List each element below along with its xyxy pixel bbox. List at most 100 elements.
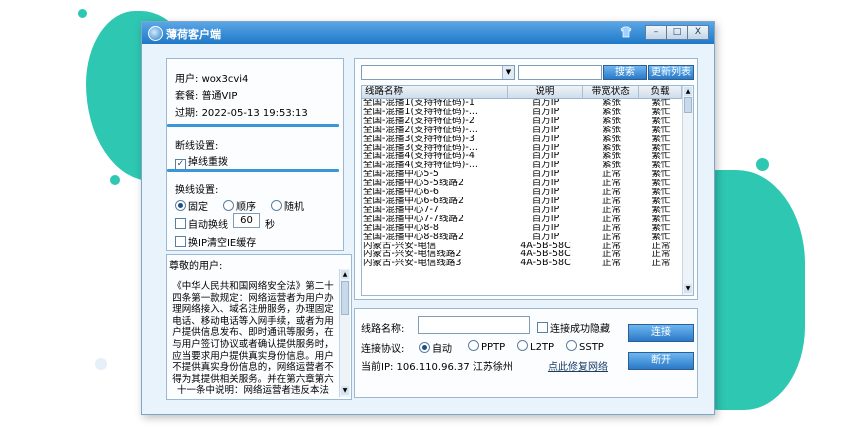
reconnect-checkbox[interactable]: ✓ 掉线重拨 — [175, 153, 228, 170]
table-row[interactable]: 全国-混播中心8-8线路2 百万IP 正常 繁忙 — [362, 233, 682, 242]
current-ip: 106.110.96.37 — [396, 362, 470, 373]
col-name-header[interactable]: 线路名称 — [362, 86, 508, 98]
table-row[interactable]: 全国-混播中心6-6线路2 百万IP 正常 繁忙 — [362, 197, 682, 206]
plan-value: 普通VIP — [201, 91, 238, 102]
line-name-cell: 全国-混播4(支持特征码)-4 — [363, 152, 475, 162]
scroll-thumb[interactable] — [684, 97, 692, 113]
line-load-cell: 繁忙 — [651, 99, 671, 108]
protocol-auto-radio[interactable]: 自动 — [419, 340, 452, 355]
line-bandwidth-cell: 紧张 — [601, 99, 621, 108]
line-bandwidth-cell: 正常 — [601, 188, 621, 197]
line-load-cell: 繁忙 — [651, 214, 671, 224]
table-row[interactable]: 内蒙古-兴安-电信 4A-5B-58C 正常 正常 — [362, 242, 682, 251]
mode-random-radio[interactable]: 随机 — [271, 198, 304, 213]
table-row[interactable]: 全国-混播中心5-5 百万IP 正常 繁忙 — [362, 170, 682, 179]
table-row[interactable]: 全国-混播4(支持特征码)-... 百万IP 紧张 繁忙 — [362, 161, 682, 170]
ip-location: 江苏徐州 — [472, 362, 513, 373]
line-load-cell: 繁忙 — [651, 152, 671, 162]
table-row[interactable]: 全国-混播1(支持特征码)-... 百万IP 紧张 繁忙 — [362, 108, 682, 117]
client-window: 薄荷客户端 – □ X 用户: wox3cvi4 套餐: 普通VIP 过期: 2… — [141, 21, 715, 415]
table-row[interactable]: 全国-混播中心7-7 百万IP 正常 繁忙 — [362, 206, 682, 215]
title-bar[interactable]: 薄荷客户端 – □ X — [142, 22, 714, 44]
scroll-thumb[interactable] — [341, 281, 349, 315]
table-row[interactable]: 全国-混播3(支持特征码)-... 百万IP 紧张 繁忙 — [362, 144, 682, 153]
protocol-label: 连接协议: — [361, 344, 405, 355]
notice-scrollbar[interactable]: ▲ ▼ — [339, 269, 350, 397]
disconnect-button[interactable]: 断开 — [628, 352, 694, 370]
minimize-button[interactable]: – — [645, 25, 667, 40]
line-desc-cell: 百万IP — [531, 161, 560, 171]
connect-panel: 线路名称: 连接成功隐藏 连接协议: 自动 PPTP L2TP SSTP 当前I… — [354, 308, 698, 398]
notice-text: 《中华人民共和国网络安全法》第二十四条第一款规定：网络运营者为用户办理网络接入、… — [172, 281, 334, 397]
seconds-unit: 秒 — [265, 220, 275, 231]
table-row[interactable]: 内蒙古-兴安-电信线路2 4A-5B-58C 正常 正常 — [362, 250, 682, 259]
line-bandwidth-cell: 紧张 — [601, 143, 621, 153]
close-button[interactable]: X — [687, 25, 709, 40]
line-name-cell: 全国-混播中心5-5线路2 — [363, 179, 464, 189]
table-row[interactable]: 全国-混播中心6-6 百万IP 正常 繁忙 — [362, 188, 682, 197]
line-bandwidth-cell: 正常 — [601, 223, 621, 233]
line-name-cell: 全国-混播中心6-6线路2 — [363, 196, 464, 206]
line-load-cell: 繁忙 — [651, 205, 671, 215]
line-name-cell: 全国-混播2(支持特征码)-2 — [363, 116, 475, 126]
col-bandwidth-header[interactable]: 带宽状态 — [583, 86, 640, 98]
line-desc-cell: 百万IP — [531, 99, 560, 108]
keyword-input[interactable] — [518, 65, 602, 80]
line-name-cell: 全国-混播1(支持特征码)-... — [363, 107, 478, 117]
table-row[interactable]: 全国-混播中心7-7线路2 百万IP 正常 繁忙 — [362, 215, 682, 224]
disconnect-title: 断线设置: — [175, 141, 219, 152]
table-row[interactable]: 全国-混播3(支持特征码)-3 百万IP 紧张 繁忙 — [362, 135, 682, 144]
col-load-header[interactable]: 负载 — [639, 86, 682, 98]
line-desc-cell: 百万IP — [531, 196, 560, 206]
protocol-l2tp-radio[interactable]: L2TP — [517, 340, 554, 353]
line-bandwidth-cell: 紧张 — [601, 152, 621, 162]
refresh-list-button[interactable]: 更新列表 — [648, 65, 694, 80]
col-desc-header[interactable]: 说明 — [508, 86, 584, 98]
line-desc-cell: 百万IP — [531, 125, 560, 135]
maximize-button[interactable]: □ — [666, 25, 688, 40]
expire-row: 过期: 2022-05-13 19:53:13 — [175, 108, 308, 119]
auto-switch-checkbox[interactable]: 自动换线 — [175, 216, 228, 231]
repair-network-link[interactable]: 点此修复网络 — [548, 358, 608, 373]
hide-on-connect-checkbox[interactable]: 连接成功隐藏 — [537, 320, 610, 335]
line-name-cell: 全国-混播中心5-5 — [363, 170, 439, 180]
region-dropdown[interactable]: ▼ — [361, 65, 515, 80]
line-desc-cell: 百万IP — [531, 205, 560, 215]
search-button[interactable]: 搜索 — [603, 65, 647, 80]
chevron-down-icon[interactable]: ▼ — [502, 66, 514, 79]
scroll-up-icon[interactable]: ▲ — [341, 270, 349, 279]
table-row[interactable]: 全国-混播4(支持特征码)-4 百万IP 紧张 繁忙 — [362, 152, 682, 161]
line-name-input[interactable] — [418, 316, 530, 334]
mode-sequence-radio[interactable]: 顺序 — [223, 198, 256, 213]
table-row[interactable]: 全国-混播2(支持特征码)-2 百万IP 紧张 繁忙 — [362, 117, 682, 126]
clear-ie-checkbox[interactable]: 换IP清空IE缓存 — [175, 234, 256, 249]
scroll-down-icon[interactable]: ▼ — [341, 386, 349, 395]
mode-fixed-radio[interactable]: 固定 — [175, 198, 208, 213]
line-name-cell: 全国-混播中心8-8线路2 — [363, 232, 464, 242]
line-load-cell: 正常 — [651, 259, 671, 269]
table-row[interactable]: 全国-混播2(支持特征码)-... 百万IP 紧张 繁忙 — [362, 126, 682, 135]
table-row[interactable]: 全国-混播中心8-8 百万IP 正常 繁忙 — [362, 224, 682, 233]
line-desc-cell: 百万IP — [531, 223, 560, 233]
line-bandwidth-cell: 紧张 — [601, 134, 621, 144]
line-load-cell: 繁忙 — [651, 161, 671, 171]
line-load-cell: 繁忙 — [651, 188, 671, 197]
line-name-cell: 内蒙古-兴安-电信线路3 — [363, 259, 462, 269]
line-bandwidth-cell: 正常 — [601, 179, 621, 189]
auto-switch-seconds-input[interactable]: 60 — [233, 213, 260, 228]
table-row[interactable]: 全国-混播1(支持特征码)-1 百万IP 紧张 繁忙 — [362, 99, 682, 108]
line-bandwidth-cell: 正常 — [601, 232, 621, 242]
skin-icon[interactable] — [620, 26, 632, 38]
scroll-down-icon[interactable]: ▼ — [684, 284, 692, 293]
table-row[interactable]: 内蒙古-兴安-电信线路3 4A-5B-58C 正常 正常 — [362, 259, 682, 268]
line-desc-cell: 百万IP — [531, 214, 560, 224]
connect-button[interactable]: 连接 — [628, 324, 694, 342]
line-bandwidth-cell: 正常 — [601, 250, 621, 260]
table-scrollbar[interactable]: ▲ ▼ — [682, 86, 693, 295]
line-load-cell: 繁忙 — [651, 170, 671, 180]
table-row[interactable]: 全国-混播中心5-5线路2 百万IP 正常 繁忙 — [362, 179, 682, 188]
protocol-sstp-radio[interactable]: SSTP — [566, 340, 604, 353]
scroll-up-icon[interactable]: ▲ — [684, 87, 692, 96]
line-name-cell: 全国-混播3(支持特征码)-3 — [363, 134, 475, 144]
protocol-pptp-radio[interactable]: PPTP — [468, 340, 505, 353]
